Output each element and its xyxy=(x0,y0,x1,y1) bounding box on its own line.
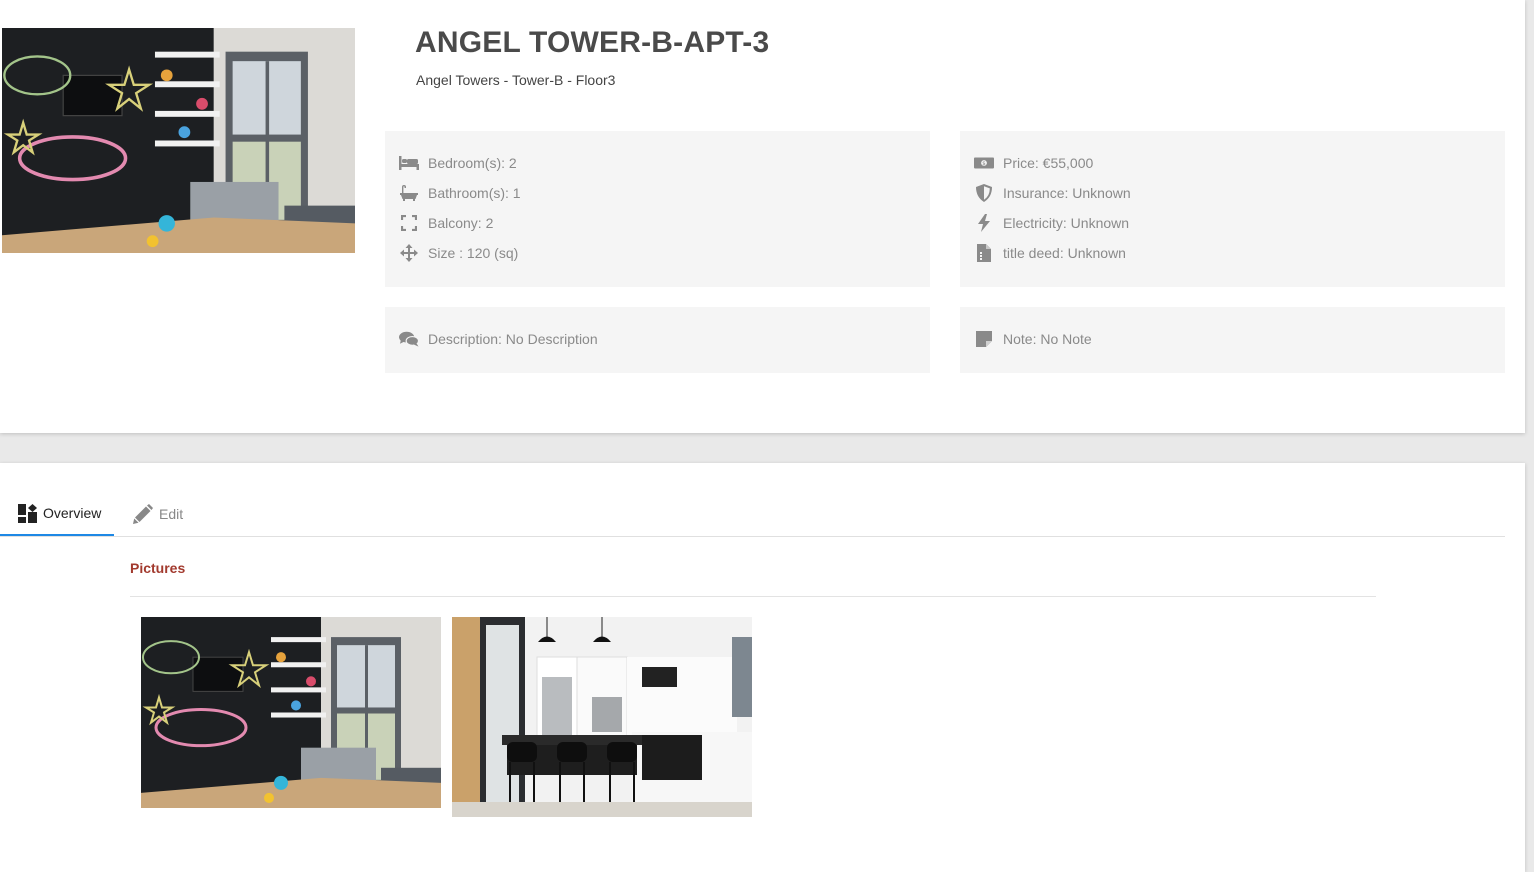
electricity-row: Electricity: Unknown xyxy=(974,213,1129,233)
balcony-text: Balcony: 2 xyxy=(428,215,494,231)
price-text: Price: €55,000 xyxy=(1003,155,1094,171)
picture-thumbnail-kitchen[interactable] xyxy=(452,617,752,817)
title-deed-text: title deed: Unknown xyxy=(1003,245,1126,261)
finance-panel: $ Price: €55,000 Insurance: Unknown Elec… xyxy=(960,131,1505,287)
tab-overview[interactable]: Overview xyxy=(0,492,114,536)
tab-bar: Overview Edit xyxy=(0,492,1505,537)
property-header-card: ANGEL TOWER-B-APT-3 Angel Towers - Tower… xyxy=(0,0,1525,433)
property-content-card: Overview Edit Pictures xyxy=(0,463,1525,872)
description-text: Description: No Description xyxy=(428,331,598,347)
expand-icon xyxy=(399,214,419,232)
pencil-icon xyxy=(133,504,153,524)
description-row: Description: No Description xyxy=(399,329,598,349)
main-property-photo[interactable] xyxy=(2,28,355,253)
dashboard-icon xyxy=(18,503,37,523)
bathrooms-text: Bathroom(s): 1 xyxy=(428,185,521,201)
balcony-row: Balcony: 2 xyxy=(399,213,493,233)
electricity-text: Electricity: Unknown xyxy=(1003,215,1130,231)
file-icon xyxy=(974,244,994,262)
description-panel: Description: No Description xyxy=(385,307,930,373)
comments-icon xyxy=(399,330,419,348)
shield-icon xyxy=(974,184,994,202)
note-row: Note: No Note xyxy=(974,329,1092,349)
size-row: Size : 120 (sq) xyxy=(399,243,518,263)
money-bill-icon: $ xyxy=(974,154,994,172)
price-row: $ Price: €55,000 xyxy=(974,153,1093,173)
move-arrows-icon xyxy=(399,244,419,262)
insurance-row: Insurance: Unknown xyxy=(974,183,1131,203)
insurance-text: Insurance: Unknown xyxy=(1003,185,1131,201)
tab-edit[interactable]: Edit xyxy=(133,492,183,536)
note-panel: Note: No Note xyxy=(960,307,1505,373)
bathrooms-row: Bathroom(s): 1 xyxy=(399,183,521,203)
bed-icon xyxy=(399,154,419,172)
size-text: Size : 120 (sq) xyxy=(428,245,519,261)
tab-overview-label: Overview xyxy=(43,505,102,521)
bedrooms-row: Bedroom(s): 2 xyxy=(399,153,517,173)
svg-text:$: $ xyxy=(982,161,986,167)
pictures-heading: Pictures xyxy=(130,560,186,576)
tab-edit-label: Edit xyxy=(159,506,184,522)
property-location: Angel Towers - Tower-B - Floor3 xyxy=(416,72,616,88)
bolt-icon xyxy=(974,214,994,232)
sticky-note-icon xyxy=(974,330,994,348)
section-divider xyxy=(130,596,1376,597)
bathtub-icon xyxy=(399,184,419,202)
note-text: Note: No Note xyxy=(1003,331,1092,347)
details-panel: Bedroom(s): 2 Bathroom(s): 1 Balcony: 2 … xyxy=(385,131,930,287)
page-title: ANGEL TOWER-B-APT-3 xyxy=(415,26,770,59)
title-deed-row: title deed: Unknown xyxy=(974,243,1126,263)
bedrooms-text: Bedroom(s): 2 xyxy=(428,155,517,171)
picture-thumbnail-kids-room[interactable] xyxy=(141,617,441,808)
